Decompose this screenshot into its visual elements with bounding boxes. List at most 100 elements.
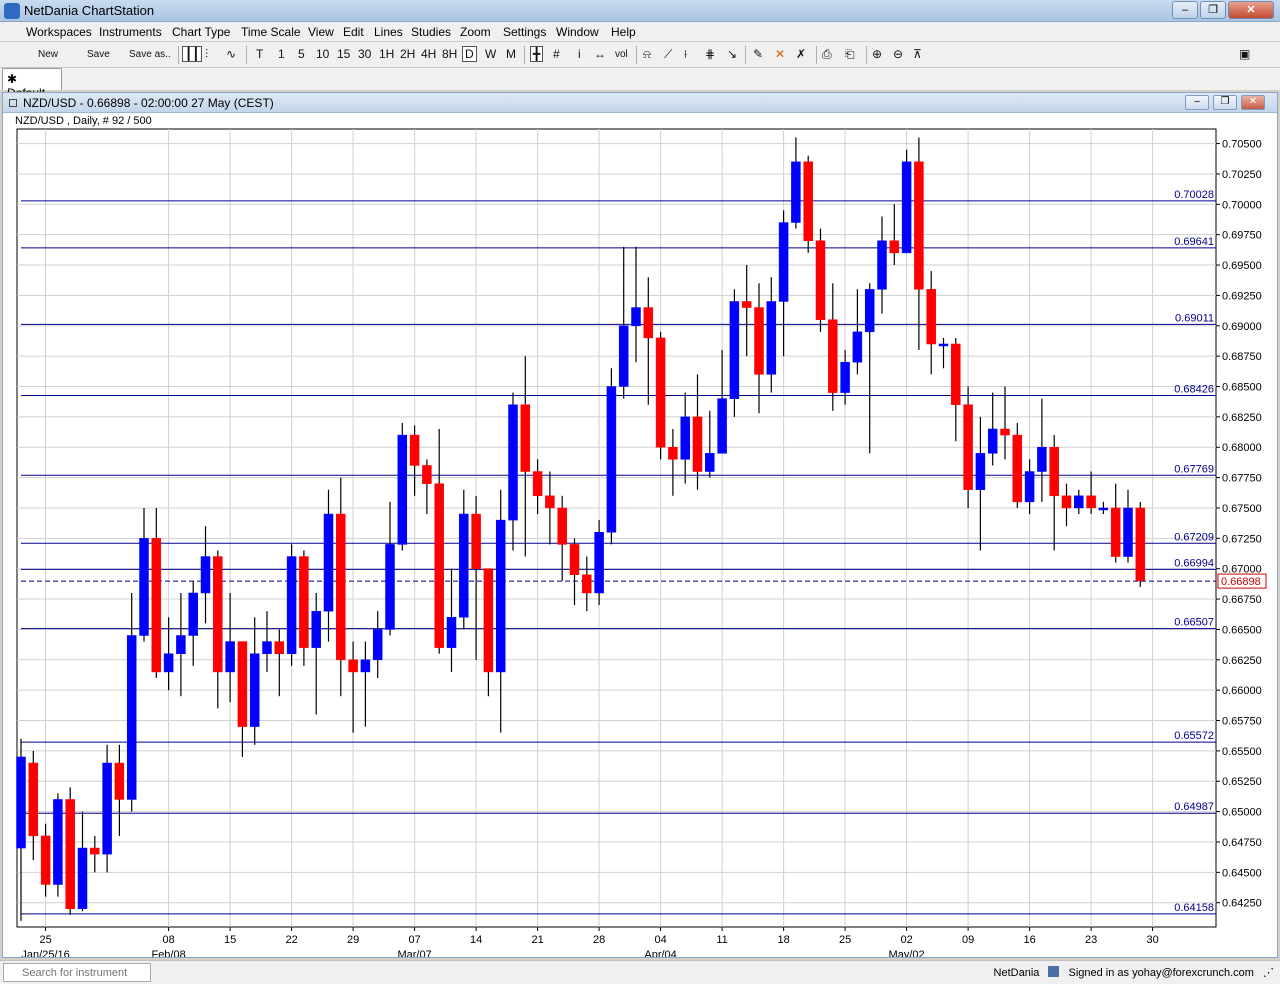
candle-body-up (200, 556, 211, 594)
candle-body-up (1123, 507, 1133, 557)
minimize-button[interactable]: – (1172, 1, 1198, 19)
y-tick-label: 0.66500 (1222, 624, 1262, 636)
crosshair-icon[interactable]: ╋ (530, 46, 544, 62)
save-as-button[interactable]: Save as.. (129, 49, 171, 60)
menu-bar: Workspaces Instruments Chart Type Time S… (0, 22, 1280, 42)
toolbar-separator (745, 46, 746, 64)
menu-window[interactable]: Window (556, 25, 599, 39)
candlestick-chart[interactable]: NZD/USD , Daily, # 92 / 500 0.64250 0.6450… (3, 113, 1277, 957)
candle-body-down (741, 301, 752, 308)
delete-all-icon[interactable]: ✗ (796, 47, 806, 61)
candle-body-up (286, 556, 297, 654)
new-button[interactable]: New (38, 49, 58, 60)
y-tick-label: 0.65500 (1222, 746, 1262, 758)
y-tick-label: 0.66750 (1222, 594, 1262, 606)
candle-body-up (618, 325, 629, 387)
zoom-out-icon[interactable]: ⊖ (893, 47, 903, 61)
timescale-15min[interactable]: 15 (337, 47, 350, 61)
candle-body-up (1098, 507, 1109, 511)
arrow-tool-icon[interactable]: ↘ (727, 47, 737, 61)
candle-body-up (877, 240, 887, 290)
resize-grip-icon: ⋰ (1263, 967, 1274, 979)
delete-icon[interactable]: ✕ (775, 47, 785, 61)
support-resistance-label: 0.69011 (1175, 312, 1214, 324)
horizontal-line-icon[interactable]: ⟊ (684, 47, 687, 62)
x-tick-date-label: Mar/07 (397, 949, 431, 957)
fit-icon[interactable]: ⊼ (913, 47, 922, 61)
save-button[interactable]: Save (87, 49, 110, 60)
bar-chart-icon[interactable]: ⫶ (205, 47, 208, 62)
line-chart-icon[interactable]: ∿ (226, 47, 236, 61)
zoom-in-icon[interactable]: ⊕ (872, 47, 882, 61)
tab-default[interactable]: ✱ Default (2, 68, 62, 100)
timescale-1h[interactable]: 1H (379, 47, 394, 61)
toolbar-separator (524, 46, 525, 64)
chart-restore-button[interactable]: ❐ (1213, 95, 1237, 110)
candle-body-up (459, 513, 469, 618)
menu-studies[interactable]: Studies (411, 25, 451, 39)
current-price-label: 0.66898 (1221, 576, 1261, 588)
menu-help[interactable]: Help (611, 25, 636, 39)
search-input[interactable] (3, 963, 151, 982)
timescale-monthly[interactable]: M (506, 47, 516, 61)
close-button[interactable]: ✕ (1228, 1, 1274, 19)
candle-body-down (643, 307, 654, 339)
alert-bell-icon[interactable]: ⍾ (643, 47, 651, 62)
toolbar: New Save Save as.. ┃┃ ⫶ ∿ T 1 5 10 15 30… (0, 42, 1280, 68)
status-bar: NetDania Signed in as yohay@forexcrunch.… (0, 960, 1280, 984)
grid-icon[interactable]: # (553, 47, 560, 61)
menu-time-scale[interactable]: Time Scale (241, 25, 301, 39)
candle-body-down (65, 799, 75, 910)
timescale-8h[interactable]: 8H (442, 47, 457, 61)
candle-body-up (176, 635, 186, 654)
trendline-icon[interactable]: ⟋ (664, 47, 672, 62)
candle-body-up (102, 762, 112, 855)
panel-toggle-icon[interactable]: ▣ (1239, 47, 1250, 61)
timescale-5min[interactable]: 5 (298, 47, 305, 61)
menu-view[interactable]: View (308, 25, 334, 39)
candle-body-down (274, 641, 285, 654)
candle-body-down (963, 404, 973, 490)
print-preview-icon[interactable]: ⎗ (845, 47, 855, 62)
candle-body-down (951, 343, 961, 405)
menu-settings[interactable]: Settings (503, 25, 546, 39)
timescale-daily[interactable]: D (462, 46, 477, 62)
candle-body-up (705, 453, 715, 472)
candle-body-down (668, 446, 678, 460)
timescale-10min[interactable]: 10 (316, 47, 329, 61)
menu-lines[interactable]: Lines (374, 25, 403, 39)
candle-body-down (754, 307, 764, 375)
menu-chart-type[interactable]: Chart Type (172, 25, 230, 39)
scroll-arrows-icon[interactable]: ↔ (594, 47, 606, 61)
chart-subtitle: NZD/USD , Daily, # 92 / 500 (15, 115, 152, 127)
timescale-tick[interactable]: T (256, 47, 263, 61)
support-resistance-label: 0.65572 (1174, 730, 1214, 742)
timescale-30min[interactable]: 30 (358, 47, 371, 61)
pen-icon[interactable]: ✎ (753, 47, 763, 61)
timescale-weekly[interactable]: W (485, 47, 496, 61)
menu-workspaces[interactable]: Workspaces (26, 25, 92, 39)
volume-button[interactable]: vol (615, 49, 628, 60)
print-icon[interactable]: ⎙ (822, 47, 832, 62)
candle-body-down (1086, 495, 1096, 509)
chart-minimize-button[interactable]: – (1185, 95, 1209, 110)
menu-instruments[interactable]: Instruments (99, 25, 162, 39)
info-icon[interactable]: i (578, 47, 581, 61)
menu-zoom[interactable]: Zoom (460, 25, 491, 39)
x-tick-date-label: Apr/04 (644, 949, 676, 957)
maximize-button[interactable]: ❐ (1200, 1, 1226, 19)
fibonacci-icon[interactable]: ⋕ (705, 47, 715, 61)
candle-body-down (1049, 446, 1059, 497)
timescale-2h[interactable]: 2H (400, 47, 415, 61)
candle-body-up (77, 847, 88, 910)
candle-body-up (495, 519, 506, 673)
menu-edit[interactable]: Edit (343, 25, 364, 39)
candle-body-up (385, 544, 395, 630)
chart-close-button[interactable]: ✕ (1241, 95, 1265, 110)
timescale-1min[interactable]: 1 (278, 47, 285, 61)
timescale-4h[interactable]: 4H (421, 47, 436, 61)
candle-body-down (28, 762, 39, 837)
candle-body-down (336, 513, 346, 661)
candlestick-chart-icon[interactable]: ┃┃ (182, 46, 203, 62)
chart-window-title: NZD/USD - 0.66898 - 02:00:00 27 May (CES… (23, 96, 274, 110)
